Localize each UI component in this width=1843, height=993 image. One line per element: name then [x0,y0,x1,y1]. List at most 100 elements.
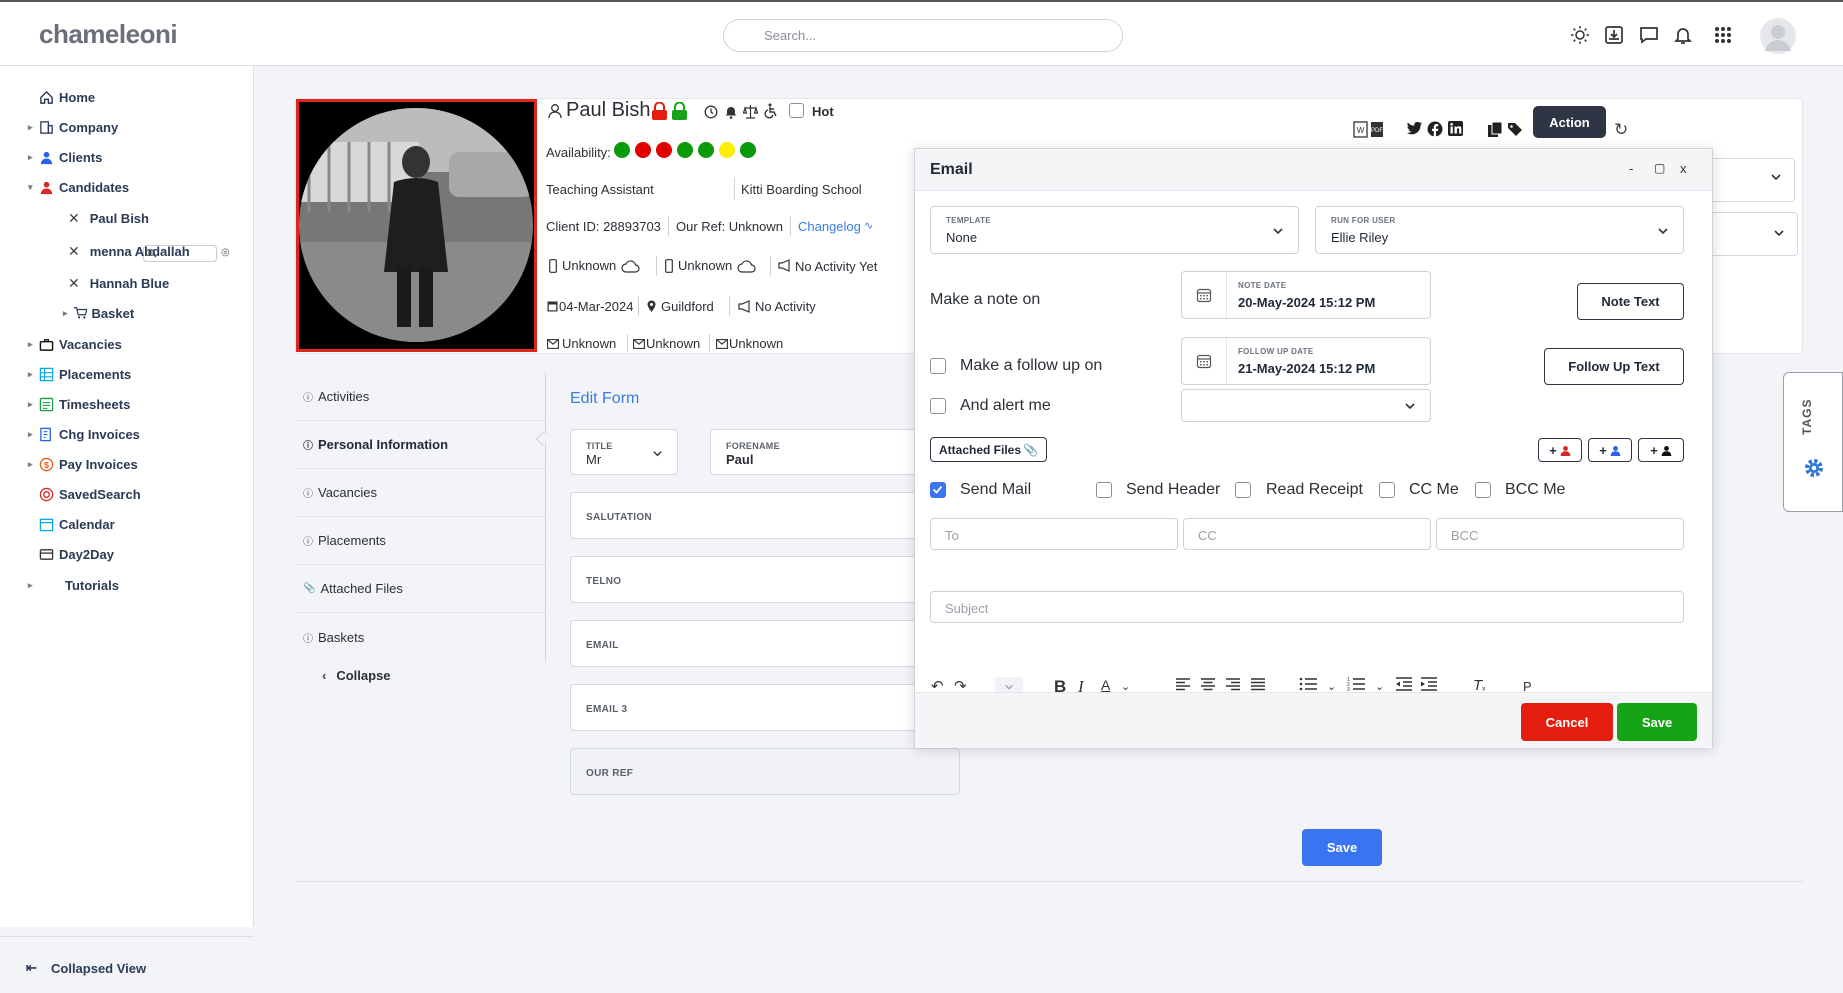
close-button[interactable]: x [1680,161,1687,176]
title-select[interactable]: TITLE Mr [570,429,678,475]
close-icon[interactable]: ✕ [68,275,80,292]
twitter-icon[interactable] [1406,122,1423,136]
sidebar-item-placements[interactable]: ▸ Placements [28,362,131,386]
bell-icon[interactable] [1672,24,1694,46]
app-logo[interactable]: chameleoni [39,19,178,50]
lock-red-icon[interactable] [651,102,668,121]
note-text-button[interactable]: Note Text [1577,283,1684,320]
numbered-list-icon[interactable]: 123 [1347,677,1365,691]
availability-dot[interactable] [635,141,651,158]
wheelchair-icon[interactable] [763,103,779,119]
cc-me-checkbox[interactable] [1379,482,1395,498]
availability-dot[interactable] [698,141,714,158]
sidebar-item-vacancies[interactable]: ▸ Vacancies [28,332,122,356]
apps-grid-icon[interactable] [1712,24,1734,46]
sidebar-item-pay-invoices[interactable]: ▸ $ Pay Invoices [28,452,138,476]
tags-side-panel[interactable]: TAGS [1783,372,1843,512]
download-icon[interactable] [1603,24,1625,46]
alert-select[interactable] [1181,389,1431,422]
tab-activities[interactable]: ⓘ Activities [295,373,546,421]
close-icon[interactable]: ✕ [68,210,80,227]
timer-icon[interactable] [704,105,718,119]
hot-checkbox[interactable] [789,103,804,118]
availability-dots[interactable] [614,141,761,158]
sidebar-item-candidates[interactable]: ▾ Candidates [28,175,129,199]
availability-dot[interactable] [614,141,630,158]
word-doc-icon[interactable]: W [1353,121,1368,138]
send-header-checkbox[interactable] [1096,482,1112,498]
availability-dot[interactable] [719,141,735,158]
attached-files-button[interactable]: Attached Files 📎 [930,437,1047,462]
alert-me-checkbox[interactable] [930,398,946,414]
align-left-icon[interactable] [1175,677,1191,691]
sidebar-item-basket[interactable]: ▸ Basket [63,302,134,324]
linkedin-icon[interactable] [1448,121,1463,136]
follow-up-date-field[interactable]: FOLLOW UP DATE 21-May-2024 15:12 PM [1181,337,1431,385]
sidebar-item-savedsearch[interactable]: SavedSearch [28,482,141,506]
forename-field[interactable]: FORENAME Paul [710,429,920,475]
bullet-list-icon[interactable] [1299,677,1317,691]
availability-dot[interactable] [740,141,756,158]
tab-attached-files[interactable]: 📎 Attached Files [295,565,546,613]
minimize-button[interactable]: - [1629,161,1633,176]
send-mail-checkbox[interactable] [930,482,946,498]
action-button[interactable]: Action [1533,106,1606,138]
modal-save-button[interactable]: Save [1617,703,1697,741]
align-right-icon[interactable] [1225,677,1241,691]
tab-baskets[interactable]: ⓘ Baskets [295,613,546,661]
email-field[interactable]: EMAIL [570,620,920,667]
maximize-button[interactable]: ▢ [1654,161,1665,175]
run-for-user-select[interactable]: RUN FOR USER Ellie Riley [1315,206,1684,254]
availability-dot[interactable] [677,141,693,158]
tab-personal-information[interactable]: ⓘ Personal Information [295,421,546,469]
sidebar-item-tutorials[interactable]: ▸ Tutorials [28,573,119,597]
bell-icon[interactable] [724,104,738,119]
tags-icon[interactable] [1507,122,1524,137]
our-ref-field[interactable]: OUR REF [570,748,960,795]
sidebar-item-company[interactable]: ▸ Company [28,115,118,139]
salutation-field[interactable]: SALUTATION [570,492,920,539]
bcc-me-checkbox[interactable] [1475,482,1491,498]
tab-placements[interactable]: ⓘ Placements [295,517,546,565]
to-input[interactable]: To [930,518,1178,550]
changelog-link[interactable]: Changelog [798,219,861,234]
sidebar-item-calendar[interactable]: Calendar [28,512,115,536]
add-red-contact-button[interactable]: + [1538,438,1582,462]
chat-icon[interactable] [1638,24,1660,46]
sidebar-candidate-item[interactable]: ✕ Paul Bish [68,207,149,229]
target-icon[interactable]: ◎ [221,247,230,258]
sidebar-candidate-item[interactable]: ✕ Hannah Blue [68,272,169,294]
add-contact-button[interactable]: + [1638,438,1684,462]
sidebar-item-timesheets[interactable]: ▸ Timesheets [28,392,130,416]
lock-green-icon[interactable] [671,102,688,121]
close-icon[interactable]: ✕ [68,243,80,260]
copy-icon[interactable] [1487,121,1503,138]
email3-field[interactable]: EMAIL 3 [570,684,920,731]
search-input[interactable] [764,28,1064,43]
outdent-icon[interactable] [1395,677,1412,691]
collapsed-view-toggle[interactable]: ⇤ Collapsed View [0,936,254,993]
refresh-icon[interactable]: ↻ [1614,120,1628,140]
availability-dot[interactable] [656,141,672,158]
cancel-button[interactable]: Cancel [1521,703,1613,741]
sidebar-item-clients[interactable]: ▸ Clients [28,145,102,169]
collapse-button[interactable]: ‹ Collapse [322,668,391,683]
global-search[interactable] [723,19,1123,52]
align-center-icon[interactable] [1200,677,1216,691]
note-date-field[interactable]: NOTE DATE 20-May-2024 15:12 PM [1181,271,1431,319]
sidebar-item-chg-invoices[interactable]: ▸ Chg Invoices [28,422,140,446]
bcc-input[interactable]: BCC [1436,518,1684,550]
subject-input[interactable]: Subject [930,591,1684,623]
sun-icon[interactable] [1569,24,1591,46]
tab-vacancies[interactable]: ⓘ Vacancies [295,469,546,517]
card-dropdown-1[interactable] [1700,158,1795,202]
sidebar-candidate-item[interactable]: ✕ menna Abdallah [68,240,190,262]
save-button[interactable]: Save [1302,829,1382,866]
text-color-icon[interactable]: A [1101,677,1110,693]
cc-input[interactable]: CC [1183,518,1431,550]
follow-up-text-button[interactable]: Follow Up Text [1544,348,1684,385]
sidebar-item-home[interactable]: Home [28,85,95,109]
justify-icon[interactable] [1250,677,1266,691]
user-avatar[interactable] [1760,18,1796,54]
follow-up-checkbox[interactable] [930,358,946,374]
